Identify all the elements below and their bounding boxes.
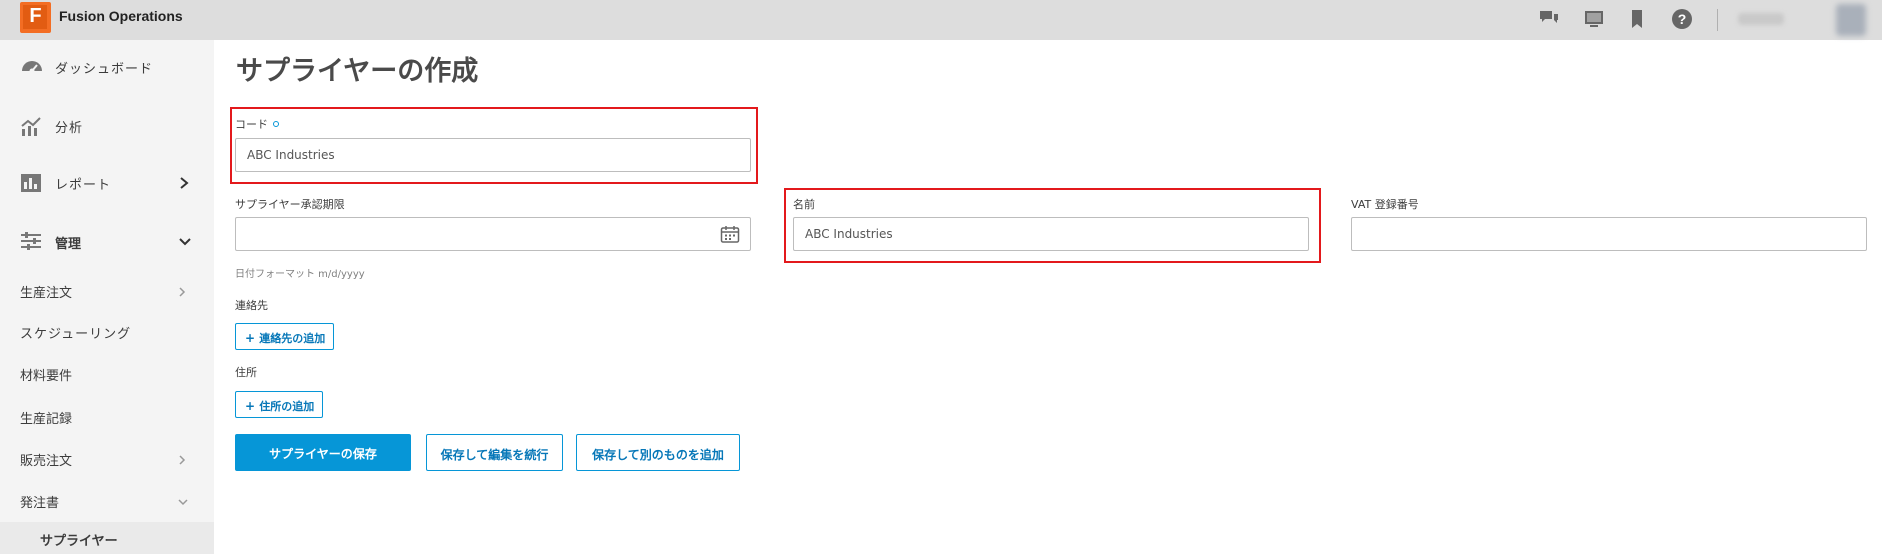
- add-contact-button[interactable]: + 連絡先の追加: [235, 323, 335, 350]
- name-input[interactable]: ABC Industries: [793, 217, 1309, 251]
- code-label-text: コード: [235, 118, 268, 131]
- vat-label: VAT 登録番号: [1351, 198, 1419, 211]
- chevron-right-icon: [179, 287, 186, 297]
- save-continue-button[interactable]: 保存して編集を続行: [426, 434, 563, 471]
- dashboard-icon: [22, 61, 42, 74]
- plus-icon: +: [245, 331, 260, 345]
- sidebar-item-label: 管理: [55, 237, 82, 252]
- sidebar-subitem-label: 材料要件: [20, 369, 73, 384]
- name-label: 名前: [793, 198, 815, 211]
- sidebar-subitem-sales-orders[interactable]: 販売注文: [20, 450, 72, 469]
- sidebar-item-label: レポート: [55, 178, 112, 193]
- date-format-hint: 日付フォーマット m/d/yyyy: [235, 269, 365, 280]
- code-input[interactable]: ABC Industries: [235, 138, 751, 172]
- sidebar-item-management[interactable]: 管理: [0, 228, 214, 258]
- sidebar: ダッシュボード 分析 レポート 管理 生産注文 スケジューリング 材料要件 生産…: [0, 40, 214, 554]
- sliders-icon: [21, 232, 41, 250]
- calendar-icon[interactable]: [720, 225, 740, 244]
- sidebar-subitem-purchase-orders[interactable]: 発注書: [20, 492, 59, 511]
- sidebar-item-report[interactable]: レポート: [0, 170, 214, 200]
- sidebar-item-label: 分析: [55, 121, 84, 136]
- report-icon: [21, 174, 41, 192]
- vat-input[interactable]: [1351, 217, 1867, 251]
- save-supplier-button[interactable]: サプライヤーの保存: [235, 434, 411, 471]
- sidebar-subitem-label: 生産注文: [20, 286, 73, 301]
- help-icon[interactable]: ?: [1671, 8, 1693, 30]
- app-title: Fusion Operations: [59, 8, 183, 24]
- sidebar-subitem-label: 販売注文: [20, 454, 73, 469]
- code-label: コード: [235, 116, 279, 132]
- bookmark-icon[interactable]: [1626, 8, 1648, 30]
- monitor-icon[interactable]: [1583, 8, 1605, 30]
- contacts-label: 連絡先: [235, 299, 268, 312]
- approval-deadline-input[interactable]: [235, 217, 751, 251]
- plus-icon: +: [245, 399, 260, 413]
- sidebar-subitem-suppliers[interactable]: サプライヤー: [0, 522, 214, 554]
- analytics-icon: [21, 117, 41, 136]
- sidebar-subitem-production-orders[interactable]: 生産注文: [20, 282, 72, 301]
- sidebar-subitem-production-records[interactable]: 生産記録: [20, 408, 72, 427]
- chevron-right-icon: [179, 455, 186, 465]
- address-label: 住所: [235, 366, 257, 379]
- approval-deadline-label: サプライヤー承認期限: [235, 198, 345, 211]
- chevron-right-icon: [180, 177, 189, 189]
- sidebar-item-analytics[interactable]: 分析: [0, 112, 214, 142]
- chat-icon[interactable]: [1538, 8, 1560, 30]
- fusion-logo[interactable]: F: [20, 2, 51, 33]
- chevron-down-icon: [179, 238, 191, 246]
- avatar[interactable]: [1836, 4, 1866, 36]
- add-contact-label: 連絡先の追加: [259, 332, 326, 345]
- topbar-divider: [1717, 9, 1718, 31]
- chevron-down-icon: [178, 499, 188, 506]
- sidebar-item-dashboard[interactable]: ダッシュボード: [0, 54, 214, 84]
- page-title: サプライヤーの作成: [236, 56, 479, 87]
- required-icon: [273, 121, 279, 127]
- sidebar-subitem-scheduling[interactable]: スケジューリング: [20, 323, 131, 342]
- save-add-another-button[interactable]: 保存して別のものを追加: [576, 434, 740, 471]
- logo-letter: F: [29, 5, 42, 27]
- top-bar: F Fusion Operations ?: [0, 0, 1882, 40]
- user-name[interactable]: [1738, 13, 1784, 25]
- sidebar-subitem-label: サプライヤー: [40, 534, 118, 549]
- sidebar-subitem-label: スケジューリング: [20, 327, 132, 342]
- sidebar-subitem-label: 生産記録: [20, 412, 73, 427]
- sidebar-subitem-label: 発注書: [20, 496, 60, 511]
- add-address-label: 住所の追加: [259, 400, 315, 413]
- sidebar-item-label: ダッシュボード: [55, 62, 154, 77]
- sidebar-subitem-material-requirements[interactable]: 材料要件: [20, 365, 72, 384]
- svg-text:?: ?: [1678, 11, 1687, 27]
- add-address-button[interactable]: + 住所の追加: [235, 391, 324, 418]
